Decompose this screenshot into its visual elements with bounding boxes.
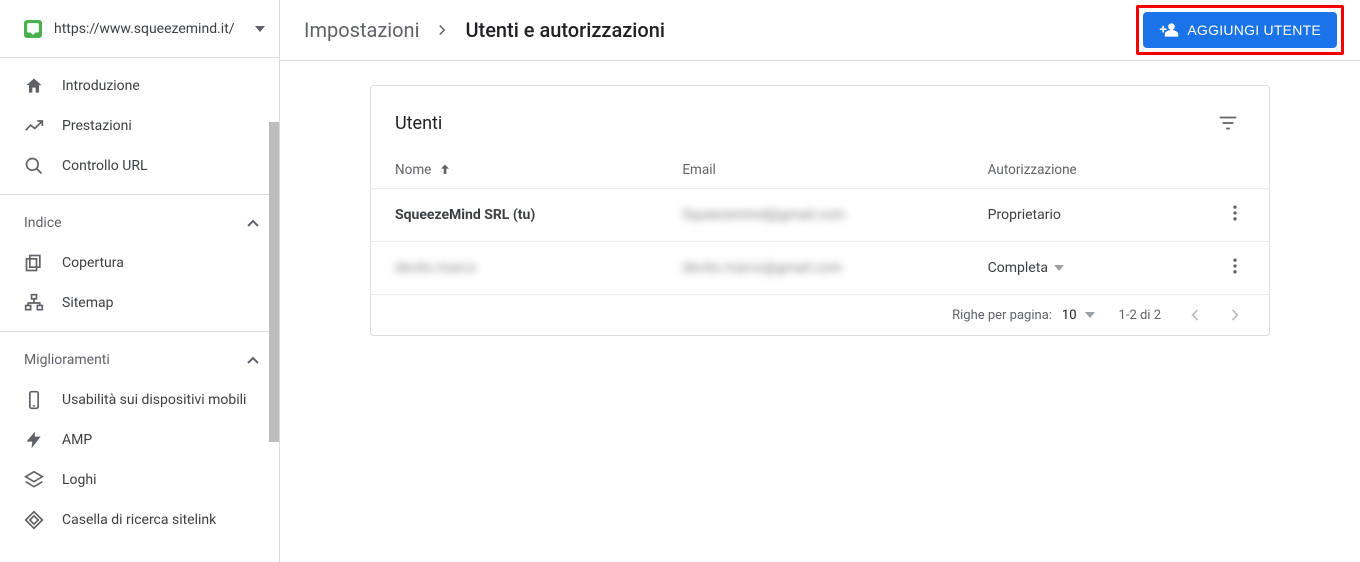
sidebar-item-performance[interactable]: Prestazioni <box>0 106 279 146</box>
auth-select[interactable]: Completa <box>988 260 1173 276</box>
sidebar-item-sitemap[interactable]: Sitemap <box>0 283 279 323</box>
rows-label: Righe per pagina: <box>952 308 1052 323</box>
pages-icon <box>24 253 44 273</box>
sidebar-item-url-inspect[interactable]: Controllo URL <box>0 146 279 186</box>
search-icon <box>24 156 44 176</box>
sidebar-item-label: Usabilità sui dispositivi mobili <box>62 392 246 408</box>
dropdown-icon <box>255 26 265 32</box>
page-range: 1-2 di 2 <box>1119 308 1161 323</box>
col-auth[interactable]: Autorizzazione <box>988 162 1077 178</box>
breadcrumb-root[interactable]: Impostazioni <box>304 18 419 42</box>
sidebar-item-label: Copertura <box>62 255 124 271</box>
sidebar-item-label: AMP <box>62 432 92 448</box>
next-page-button[interactable] <box>1225 305 1245 325</box>
sidebar-scrollbar[interactable] <box>269 122 279 442</box>
sidebar-item-coverage[interactable]: Copertura <box>0 243 279 283</box>
breadcrumb-current: Utenti e autorizzazioni <box>465 18 665 42</box>
add-user-button[interactable]: AGGIUNGI UTENTE <box>1143 12 1337 48</box>
table-row: SqueezeMind SRL (tu) Squeezemind@gmail.c… <box>371 189 1269 242</box>
home-icon <box>24 76 44 96</box>
property-selector[interactable]: https://www.squeezemind.it/ <box>0 0 279 58</box>
sidebar-item-label: Prestazioni <box>62 118 132 134</box>
sidebar-item-label: Controllo URL <box>62 158 148 174</box>
sidebar-section-index[interactable]: Indice <box>0 203 279 243</box>
arrow-up-icon <box>437 162 453 178</box>
prev-page-button[interactable] <box>1185 305 1205 325</box>
sidebar-item-label: Introduzione <box>62 78 140 94</box>
chevron-right-icon <box>433 21 451 39</box>
users-card: Utenti Nome <box>370 85 1270 336</box>
trend-icon <box>24 116 44 136</box>
user-auth: Proprietario <box>988 207 1061 223</box>
table-row: devito.marco devito.marco@gmail.com Comp… <box>371 242 1269 295</box>
user-name: SqueezeMind SRL (tu) <box>395 207 535 223</box>
sidebar-item-label: Casella di ricerca sitelink <box>62 512 216 528</box>
table-pager: Righe per pagina: 10 1-2 di 2 <box>371 295 1269 335</box>
layers-icon <box>24 470 44 490</box>
sidebar-item-label: Loghi <box>62 472 97 488</box>
sidebar-item-mobile[interactable]: Usabilità sui dispositivi mobili <box>0 380 279 420</box>
user-email: devito.marco@gmail.com <box>682 260 842 276</box>
add-user-label: AGGIUNGI UTENTE <box>1187 22 1321 38</box>
sidebar-section-enh[interactable]: Miglioramenti <box>0 340 279 380</box>
sitemap-icon <box>24 293 44 313</box>
amp-icon <box>24 430 44 450</box>
topbar: Impostazioni Utenti e autorizzazioni AGG… <box>280 0 1360 61</box>
breadcrumb: Impostazioni Utenti e autorizzazioni <box>304 18 665 42</box>
property-url: https://www.squeezemind.it/ <box>54 21 255 37</box>
filter-button[interactable] <box>1211 106 1245 140</box>
rows-select[interactable]: 10 <box>1062 308 1095 323</box>
users-table: Nome Email Autorizzazione <box>371 148 1269 295</box>
sidebar-item-intro[interactable]: Introduzione <box>0 66 279 106</box>
add-user-highlight: AGGIUNGI UTENTE <box>1136 5 1344 55</box>
row-more-button[interactable] <box>1225 203 1245 223</box>
dropdown-icon <box>1054 265 1064 271</box>
chevron-up-icon <box>247 219 259 227</box>
sidebar-item-logos[interactable]: Loghi <box>0 460 279 500</box>
sidebar-item-amp[interactable]: AMP <box>0 420 279 460</box>
dropdown-icon <box>1085 312 1095 318</box>
person-add-icon <box>1159 20 1179 40</box>
row-more-button[interactable] <box>1225 256 1245 276</box>
card-title: Utenti <box>395 113 1211 134</box>
mobile-icon <box>24 390 44 410</box>
user-name: devito.marco <box>395 260 476 276</box>
user-email: Squeezemind@gmail.com <box>682 207 845 223</box>
sidebar-item-sitelink-search[interactable]: Casella di ricerca sitelink <box>0 500 279 540</box>
sidebar-item-label: Sitemap <box>62 295 113 311</box>
col-email[interactable]: Email <box>682 162 715 178</box>
diamond-icon <box>24 510 44 530</box>
user-auth: Completa <box>988 260 1048 276</box>
site-favicon <box>24 20 42 38</box>
col-name[interactable]: Nome <box>395 162 431 178</box>
chevron-up-icon <box>247 356 259 364</box>
